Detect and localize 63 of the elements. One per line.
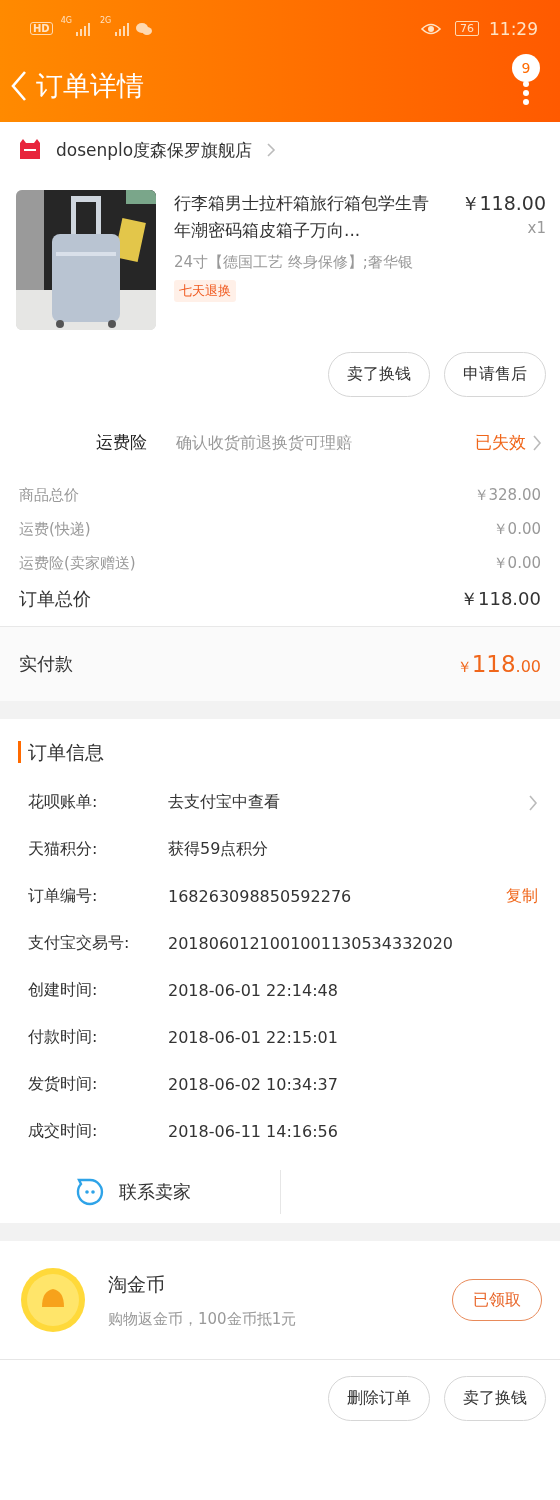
signal-icon (115, 21, 132, 36)
chat-bubbles-icon (135, 21, 154, 36)
paid-amount: 118 (471, 651, 516, 677)
coin-icon (20, 1267, 86, 1333)
info-value: 2018-06-11 14:16:56 (168, 1122, 339, 1141)
notification-badge: 9 (512, 54, 540, 82)
clock: 11:29 (489, 18, 538, 39)
return-policy-tag: 七天退换 (174, 280, 236, 302)
network-label: 4G (60, 16, 72, 25)
insurance-label: 运费险 (96, 431, 148, 454)
info-value: 168263098850592276 (168, 887, 353, 906)
section-heading: 订单信息 (18, 741, 560, 763)
info-label: 订单编号: (28, 886, 99, 907)
info-label: 花呗账单: (28, 792, 99, 813)
order-total-value: ￥118.00 (460, 587, 541, 611)
hd-indicator: HD (30, 22, 53, 35)
cost-label: 运费险(卖家赠送) (19, 553, 136, 573)
info-label: 创建时间: (28, 980, 99, 1001)
store-name[interactable]: dosenplo度森保罗旗舰店 (56, 138, 253, 162)
paid-label: 实付款 (19, 652, 73, 676)
insurance-description: 确认收货前退换货可理赔 (176, 432, 353, 454)
product-spec: 24寸【德国工艺 终身保修】;奢华银 (174, 252, 413, 273)
cost-value: ￥328.00 (473, 485, 541, 505)
paid-cents: .00 (515, 657, 541, 676)
cost-value: ￥0.00 (492, 553, 541, 573)
info-label: 支付宝交易号: (28, 933, 131, 954)
product-quantity: x1 (526, 219, 546, 237)
action-button[interactable]: 申请售后 (444, 352, 546, 397)
back-icon[interactable] (10, 70, 28, 102)
info-value: 2018-06-01 22:14:48 (168, 981, 339, 1000)
action-button[interactable]: 卖了换钱 (328, 352, 430, 397)
info-value: 获得59点积分 (168, 839, 270, 860)
chat-face-icon[interactable] (75, 1177, 105, 1207)
network-label: 2G (99, 16, 112, 25)
page-title: 订单详情 (36, 69, 144, 103)
product-title[interactable]: 行李箱男士拉杆箱旅行箱包学生青年潮密码箱皮箱子万向... (174, 190, 443, 244)
currency-sign: ￥ (456, 658, 472, 677)
signal-icon (75, 21, 92, 36)
info-label: 天猫积分: (28, 839, 99, 860)
cost-value: ￥0.00 (492, 519, 541, 539)
chevron-right-icon[interactable] (532, 433, 542, 452)
battery-indicator: 76 (455, 21, 479, 36)
tmall-icon (18, 139, 42, 161)
info-label: 发货时间: (28, 1074, 99, 1095)
contact-seller-link[interactable]: 联系卖家 (119, 1180, 191, 1204)
info-label: 成交时间: (28, 1121, 99, 1142)
cost-label: 运费(快递) (19, 519, 91, 539)
coins-description: 购物返金币，100金币抵1元 (108, 1309, 298, 1329)
action-button[interactable]: 删除订单 (328, 1376, 430, 1421)
info-value: 2018060121001001130534332020 (168, 934, 455, 953)
action-button[interactable]: 卖了换钱 (444, 1376, 546, 1421)
info-value: 2018-06-01 22:15:01 (168, 1028, 339, 1047)
more-icon[interactable] (522, 80, 530, 106)
chevron-right-icon[interactable] (528, 793, 538, 812)
coins-title: 淘金币 (108, 1271, 166, 1297)
info-label: 付款时间: (28, 1027, 99, 1048)
chevron-right-icon[interactable] (266, 142, 277, 158)
info-value: 去支付宝中查看 (168, 792, 281, 813)
eye-icon (421, 21, 441, 36)
info-value: 2018-06-02 10:34:37 (168, 1075, 339, 1094)
cost-label: 商品总价 (19, 485, 79, 505)
order-total-label: 订单总价 (19, 587, 91, 611)
product-price: ￥118.00 (460, 191, 546, 216)
